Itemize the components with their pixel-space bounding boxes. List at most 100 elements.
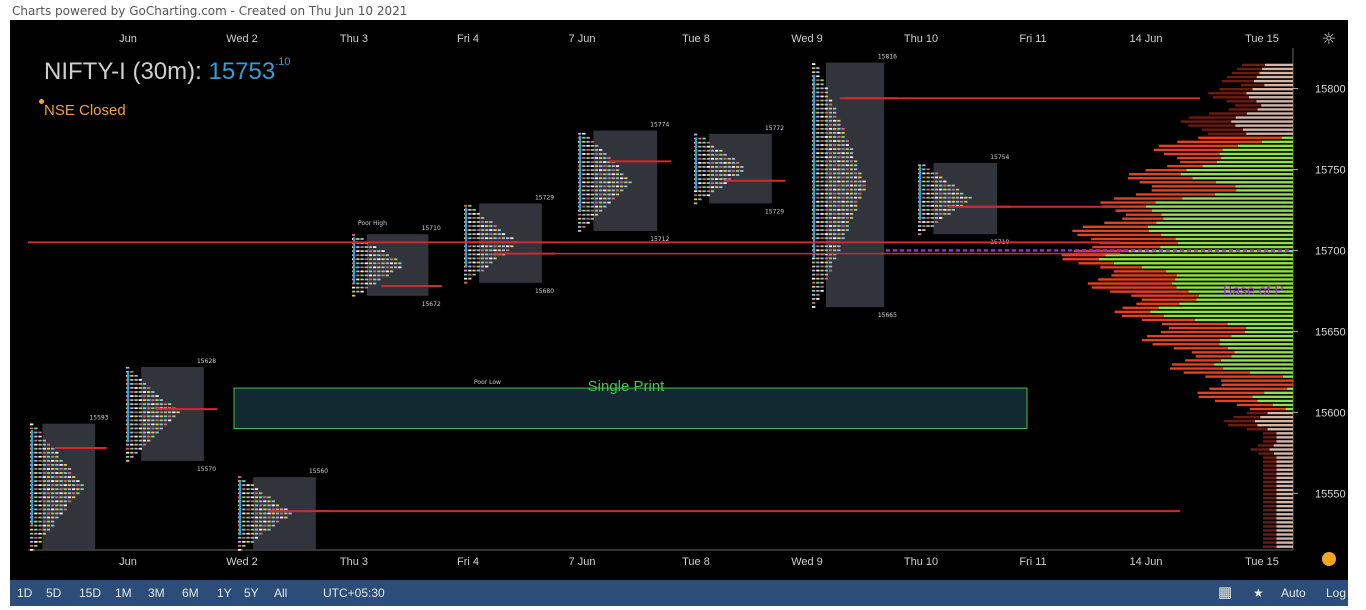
tpo-mark — [816, 237, 820, 240]
tpo-mark — [138, 423, 142, 426]
x-tick-label-bottom: Wed 9 — [791, 556, 823, 568]
tpo-mark — [151, 395, 155, 397]
tpo-mark — [142, 443, 147, 446]
volume-bar-outer — [1263, 537, 1277, 540]
timeframe-6m[interactable]: 6M — [182, 586, 199, 600]
tpo-mark — [46, 463, 51, 466]
tpo-mark — [816, 208, 820, 211]
timeframe-15d[interactable]: 15D — [79, 586, 101, 600]
tpo-mark — [812, 298, 816, 300]
tpo-mark — [731, 157, 736, 160]
log-scale-toggle[interactable]: Log — [1326, 586, 1346, 600]
tpo-mark — [926, 204, 930, 207]
volume-bar-outer — [1237, 67, 1263, 71]
timezone-label[interactable]: UTC+05:30 — [323, 586, 385, 600]
tpo-mark — [824, 87, 828, 90]
tpo-mark — [816, 111, 820, 114]
tpo-mark — [138, 399, 142, 402]
volume-bar-inner — [1276, 533, 1293, 536]
tpo-mark — [364, 274, 368, 277]
tpo-mark — [590, 213, 594, 216]
volume-bar-inner — [1158, 306, 1293, 310]
chart-area[interactable]: Jun Jun Wed 2 Wed 2 Thu 3 Thu 3 Fri 4 Fri 47 Ju… — [10, 20, 1348, 580]
tpo-mark — [489, 249, 493, 252]
timeframe-1m[interactable]: 1M — [115, 586, 132, 600]
timeframe-1y[interactable]: 1Y — [217, 586, 232, 600]
tpo-mark — [607, 185, 611, 188]
tpo-mark — [854, 160, 858, 163]
tpo-mark — [816, 103, 820, 106]
tpo-mark — [833, 123, 837, 126]
timeframe-1d[interactable]: 1D — [17, 586, 32, 600]
tpo-mark — [472, 233, 476, 236]
volume-bar-inner — [1253, 79, 1293, 83]
tpo-mark — [489, 257, 493, 260]
tpo-mark — [939, 204, 943, 207]
tpo-mark — [151, 407, 155, 410]
timeframe-5y[interactable]: 5Y — [244, 586, 259, 600]
volume-bar-inner — [1254, 419, 1293, 423]
tpo-mark — [238, 549, 242, 551]
tpo-mark — [34, 520, 38, 523]
tpo-mark — [168, 403, 172, 406]
tpo-mark — [76, 484, 80, 487]
volume-bar-inner — [1252, 87, 1293, 91]
tpo-mark — [723, 157, 727, 160]
volume-bar-inner — [1276, 456, 1293, 459]
timeframe-all[interactable]: All — [274, 586, 287, 600]
tpo-mark — [147, 387, 151, 389]
volume-bar-outer — [1111, 274, 1177, 277]
tpo-mark — [837, 196, 841, 199]
tpo-mark — [594, 185, 599, 188]
tpo-mark — [841, 184, 845, 187]
tpo-mark — [955, 200, 960, 203]
settings-gear-icon[interactable]: ☼ — [1322, 29, 1336, 48]
tpo-mark — [849, 168, 854, 171]
tpo-mark — [34, 472, 38, 474]
auto-scale-toggle[interactable]: Auto — [1281, 586, 1306, 600]
tpo-mark — [476, 257, 480, 260]
volume-bar-outer — [1223, 419, 1255, 423]
tpo-mark — [468, 217, 472, 219]
tpo-mark — [51, 476, 55, 478]
tpo-mark — [368, 254, 373, 257]
volume-bar-inner — [1276, 541, 1293, 544]
tpo-mark — [715, 186, 719, 189]
tpo-mark — [163, 423, 168, 426]
tpo-mark — [63, 492, 67, 495]
tpo-mark — [858, 188, 862, 191]
tpo-mark — [939, 184, 943, 187]
tpo-mark — [242, 532, 246, 535]
tpo-mark — [824, 95, 828, 98]
tpo-mark — [134, 439, 138, 442]
volume-bar-inner — [1155, 201, 1293, 204]
tpo-mark — [275, 504, 280, 507]
tpo-mark — [816, 164, 820, 167]
tpo-mark — [727, 157, 731, 160]
tpo-mark — [816, 152, 820, 155]
tpo-mark — [352, 294, 356, 297]
tpo-mark — [702, 182, 706, 185]
star-icon[interactable]: ★ — [1253, 586, 1264, 600]
tpo-mark — [472, 237, 476, 240]
tpo-mark — [356, 266, 360, 269]
market-profile-chart[interactable]: JunJunWed 2Wed 2Thu 3Thu 3Fri 4Fri 47 Ju… — [10, 20, 1348, 580]
tpo-mark — [172, 411, 176, 414]
grid-icon[interactable]: ▦ — [1218, 583, 1232, 601]
tpo-mark — [51, 496, 55, 499]
orange-indicator-dot[interactable] — [1322, 552, 1336, 566]
tpo-mark — [615, 169, 620, 172]
tpo-mark — [476, 249, 480, 252]
timeframe-3m[interactable]: 3M — [148, 586, 165, 600]
tpo-mark — [377, 270, 381, 273]
tpo-mark — [42, 451, 46, 454]
tpo-mark — [710, 161, 715, 164]
volume-bar-outer — [1263, 480, 1277, 484]
tpo-mark — [352, 290, 356, 293]
tpo-mark — [820, 233, 824, 236]
tpo-mark — [38, 431, 42, 434]
volume-bar-outer — [1100, 201, 1156, 204]
timeframe-5d[interactable]: 5D — [46, 586, 61, 600]
volume-bar-inner — [1272, 403, 1293, 407]
tpo-mark — [824, 168, 828, 171]
